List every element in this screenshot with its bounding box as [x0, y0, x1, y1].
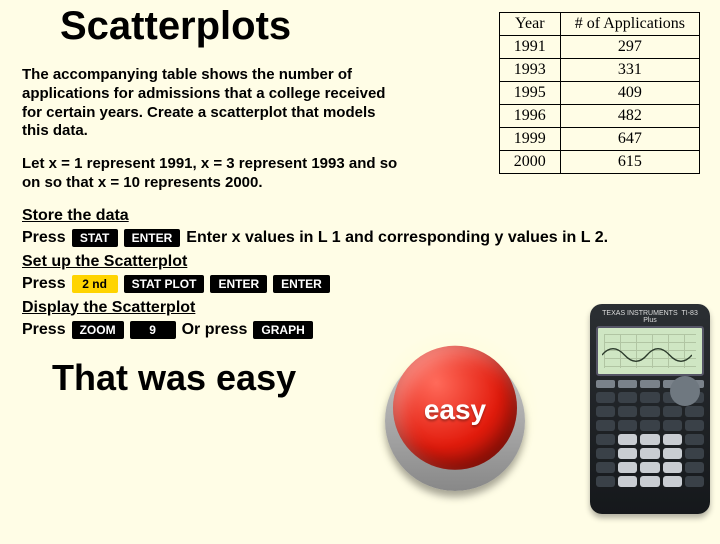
cell-apps: 331: [560, 59, 699, 82]
press-label: Press: [22, 275, 66, 293]
key-enter: ENTER: [210, 275, 267, 293]
table-row: 1993331: [499, 59, 699, 82]
key-graph: GRAPH: [253, 321, 312, 339]
closing-text: That was easy: [52, 357, 402, 399]
press-label: Press: [22, 321, 66, 339]
cell-apps: 482: [560, 105, 699, 128]
cell-apps: 409: [560, 82, 699, 105]
table-row: 1996482: [499, 105, 699, 128]
table-row: 1995409: [499, 82, 699, 105]
calculator-screen-icon: [596, 326, 704, 376]
key-9: 9: [130, 321, 176, 339]
easy-button-icon: easy: [393, 346, 517, 470]
graphing-calculator-icon: TEXAS INSTRUMENTS TI-83 Plus: [590, 304, 710, 514]
calculator-dpad-icon: [670, 376, 700, 406]
or-press-label: Or press: [182, 321, 248, 339]
key-enter: ENTER: [273, 275, 330, 293]
cell-year: 1993: [499, 59, 560, 82]
key-zoom: ZOOM: [72, 321, 124, 339]
col-year-header: Year: [499, 13, 560, 36]
cell-year: 1999: [499, 128, 560, 151]
cell-apps: 615: [560, 151, 699, 174]
section-setup-scatterplot: Set up the Scatterplot: [22, 253, 402, 271]
table-row: 1991297: [499, 36, 699, 59]
key-2nd: 2 nd: [72, 275, 118, 293]
intro-paragraph: The accompanying table shows the number …: [22, 66, 402, 141]
easy-button-label: easy: [424, 394, 486, 426]
key-stat: STAT: [72, 229, 118, 247]
section-display-scatterplot: Display the Scatterplot: [22, 299, 402, 317]
cell-year: 1991: [499, 36, 560, 59]
key-enter: ENTER: [124, 229, 181, 247]
cell-year: 2000: [499, 151, 560, 174]
mapping-paragraph: Let x = 1 represent 1991, x = 3 represen…: [22, 155, 402, 193]
cell-year: 1995: [499, 82, 560, 105]
col-apps-header: # of Applications: [560, 13, 699, 36]
easy-button-graphic: easy: [370, 344, 540, 484]
enter-values-instruction: Enter x values in L 1 and corresponding …: [186, 229, 608, 247]
cell-apps: 297: [560, 36, 699, 59]
table-row: 2000615: [499, 151, 699, 174]
press-label: Press: [22, 229, 66, 247]
applications-table: Year # of Applications 1991297 1993331 1…: [499, 12, 700, 174]
section-store-data: Store the data: [22, 207, 402, 225]
table-row: 1999647: [499, 128, 699, 151]
key-statplot: STAT PLOT: [124, 275, 205, 293]
cell-apps: 647: [560, 128, 699, 151]
cell-year: 1996: [499, 105, 560, 128]
